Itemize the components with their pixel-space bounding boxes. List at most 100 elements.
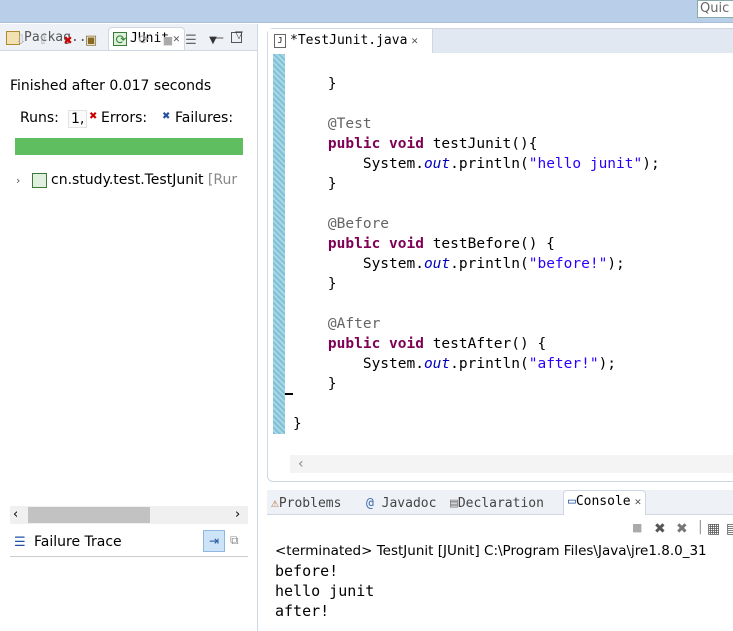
error-icon: ✖ bbox=[89, 111, 98, 122]
code-line: } bbox=[293, 374, 660, 394]
runs-value: 1, bbox=[68, 110, 88, 128]
tab-problems[interactable]: ⚠Problems bbox=[271, 493, 341, 515]
tab-label: *TestJunit.java bbox=[290, 33, 408, 48]
code-token: void bbox=[389, 236, 424, 252]
clear-console-icon[interactable]: ▦ bbox=[707, 521, 720, 537]
tab-label: Problems bbox=[278, 496, 342, 511]
code-token: public bbox=[327, 136, 381, 152]
code-token: ); bbox=[607, 256, 625, 272]
code-token: out bbox=[423, 356, 451, 372]
editor-change-ruler bbox=[273, 54, 285, 434]
code-token: } bbox=[327, 76, 337, 92]
code-line: public void testJunit(){ bbox=[293, 134, 660, 154]
test-class-name: cn.study.test.TestJunit bbox=[51, 172, 204, 188]
text-caret bbox=[285, 393, 293, 395]
code-token: ); bbox=[642, 156, 660, 172]
test-run-history-icon[interactable]: ☰ bbox=[183, 33, 199, 49]
tab-testjunit-java[interactable]: J *TestJunit.java ✕ bbox=[268, 29, 433, 53]
filter-stack-trace-icon[interactable]: ⇥ bbox=[203, 530, 225, 552]
code-token: @Before bbox=[327, 216, 390, 232]
console-icon: ▭ bbox=[568, 494, 576, 509]
rerun-failed-first-icon[interactable]: ⟳ bbox=[136, 33, 152, 49]
stop-icon[interactable]: ■ bbox=[160, 33, 176, 49]
remove-launch-icon[interactable]: ✖ bbox=[654, 521, 666, 537]
failure-trace-label: Failure Trace bbox=[34, 534, 122, 550]
scrollbar-thumb[interactable] bbox=[28, 507, 150, 523]
code-line: System.out.println("hello junit"); bbox=[293, 154, 660, 174]
code-token: System. bbox=[362, 356, 424, 372]
console-terminated-line: <terminated> TestJunit [JUnit] C:\Progra… bbox=[275, 543, 707, 559]
test-progress-bar bbox=[15, 138, 243, 155]
code-editor[interactable]: } @Test public void testJunit(){ System.… bbox=[293, 74, 660, 434]
java-file-icon: J bbox=[274, 33, 286, 48]
code-line: public void testBefore() { bbox=[293, 234, 660, 254]
code-line: } bbox=[293, 74, 660, 94]
javadoc-icon: @ bbox=[366, 496, 374, 511]
history-dropdown-icon[interactable]: ▼ bbox=[205, 33, 221, 49]
compare-result-icon[interactable]: ⧉ bbox=[230, 533, 239, 548]
scroll-lock-icon[interactable]: ▣ bbox=[83, 33, 99, 49]
code-token: System. bbox=[362, 256, 424, 272]
close-icon[interactable]: ✕ bbox=[411, 34, 418, 47]
code-token: out bbox=[423, 156, 451, 172]
code-token: } bbox=[327, 376, 337, 392]
code-line: public void testAfter() { bbox=[293, 334, 660, 354]
scroll-left-icon[interactable]: ‹ bbox=[13, 507, 18, 522]
code-token: public bbox=[327, 336, 381, 352]
code-line: } bbox=[293, 274, 660, 294]
test-suite-ok-icon bbox=[32, 172, 47, 188]
code-token: ); bbox=[598, 356, 617, 372]
code-token: void bbox=[389, 336, 424, 352]
rerun-test-icon[interactable]: ⟳ bbox=[113, 33, 129, 49]
scroll-lock-icon[interactable]: ▤ bbox=[726, 521, 733, 537]
code-line: } bbox=[293, 174, 660, 194]
declaration-icon: ▤ bbox=[450, 496, 458, 511]
show-failures-only-icon[interactable]: ✖ bbox=[60, 33, 76, 49]
code-token: .println( bbox=[450, 156, 529, 172]
failure-icon: ✖ bbox=[162, 111, 171, 122]
code-line: System.out.println("before!"); bbox=[293, 254, 660, 274]
code-token: } bbox=[327, 176, 337, 192]
tab-label: Declaration bbox=[457, 496, 544, 511]
view-menu-icon[interactable]: ▽ bbox=[231, 28, 247, 44]
code-line: } bbox=[293, 414, 660, 434]
terminate-icon[interactable]: ■ bbox=[632, 521, 642, 534]
failures-label: Failures: bbox=[175, 110, 234, 126]
main-toolbar bbox=[0, 0, 733, 23]
test-tree-item[interactable]: cn.study.test.TestJunit [Rur bbox=[32, 172, 237, 188]
console-output-line: after! bbox=[275, 602, 330, 620]
code-token: } bbox=[293, 416, 302, 432]
tab-declaration[interactable]: ▤Declaration bbox=[450, 493, 544, 515]
code-token: out bbox=[423, 256, 451, 272]
scroll-right-icon[interactable]: › bbox=[235, 507, 240, 522]
close-icon[interactable]: ✕ bbox=[635, 495, 642, 508]
next-failure-icon[interactable]: ⇩ bbox=[13, 33, 29, 49]
code-token: @After bbox=[327, 316, 381, 332]
tab-label: Javadoc bbox=[381, 496, 437, 511]
expand-chevron-icon[interactable]: › bbox=[16, 174, 20, 187]
code-token: "hello junit" bbox=[528, 156, 643, 172]
editor-horizontal-scrollbar[interactable] bbox=[290, 455, 733, 473]
finished-status: Finished after 0.017 seconds bbox=[10, 78, 212, 94]
code-token: "before!" bbox=[528, 256, 608, 272]
quick-access-input[interactable]: Quic bbox=[697, 0, 733, 18]
scroll-left-icon[interactable]: ‹ bbox=[298, 456, 304, 472]
code-token: } bbox=[327, 276, 337, 292]
code-line: @Test bbox=[293, 114, 660, 134]
tab-label: Console bbox=[575, 494, 631, 509]
tab-console[interactable]: ▭Console ✕ bbox=[563, 490, 647, 515]
previous-failure-icon[interactable]: ⇧ bbox=[35, 33, 51, 49]
code-token: testBefore() { bbox=[423, 236, 555, 252]
tab-javadoc[interactable]: @ Javadoc bbox=[366, 493, 436, 515]
runs-label: Runs: bbox=[20, 110, 59, 126]
code-token: testAfter() { bbox=[423, 336, 547, 352]
code-token: @Test bbox=[327, 116, 372, 132]
code-line: @After bbox=[293, 314, 660, 334]
remove-all-terminated-icon[interactable]: ✖ bbox=[676, 521, 688, 537]
